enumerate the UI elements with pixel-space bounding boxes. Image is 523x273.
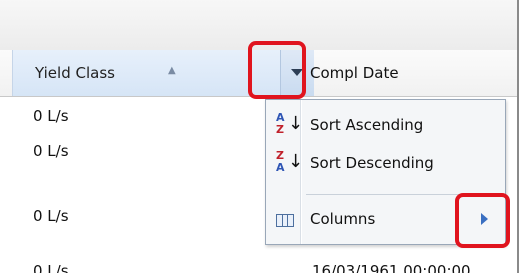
sort-descending-icon: Z A ↓: [276, 149, 304, 174]
menu-item-sort-ascending[interactable]: A Z ↓ Sort Ascending: [266, 106, 505, 146]
column-header-compl-date[interactable]: Compl Date: [310, 64, 399, 82]
menu-item-label: Sort Descending: [310, 154, 434, 172]
menu-item-sort-descending[interactable]: Z A ↓ Sort Descending: [266, 144, 505, 184]
highlight-box-columns-submenu-arrow: [455, 193, 510, 248]
menu-item-label: Sort Ascending: [310, 116, 424, 134]
cell-yield-class: 0 L/s: [33, 142, 69, 160]
menu-item-label: Columns: [310, 210, 376, 228]
cell-yield-class: 0 L/s: [33, 207, 69, 225]
grid-panel: Yield Class ▲ Compl Date 0 L/s 0 L/s 0 L…: [0, 0, 519, 273]
cell-yield-class: 0 L/s: [33, 107, 69, 125]
highlight-box-column-menu-trigger: [248, 41, 306, 99]
cell-compl-date: 16/03/1961 00:00:00: [312, 262, 471, 273]
sort-ascending-icon: A Z ↓: [276, 111, 304, 136]
column-header-label: Yield Class: [35, 64, 115, 82]
sort-ascending-indicator-icon: ▲: [168, 65, 176, 76]
columns-icon: [276, 214, 294, 227]
cell-yield-class: 0 L/s: [33, 262, 69, 273]
